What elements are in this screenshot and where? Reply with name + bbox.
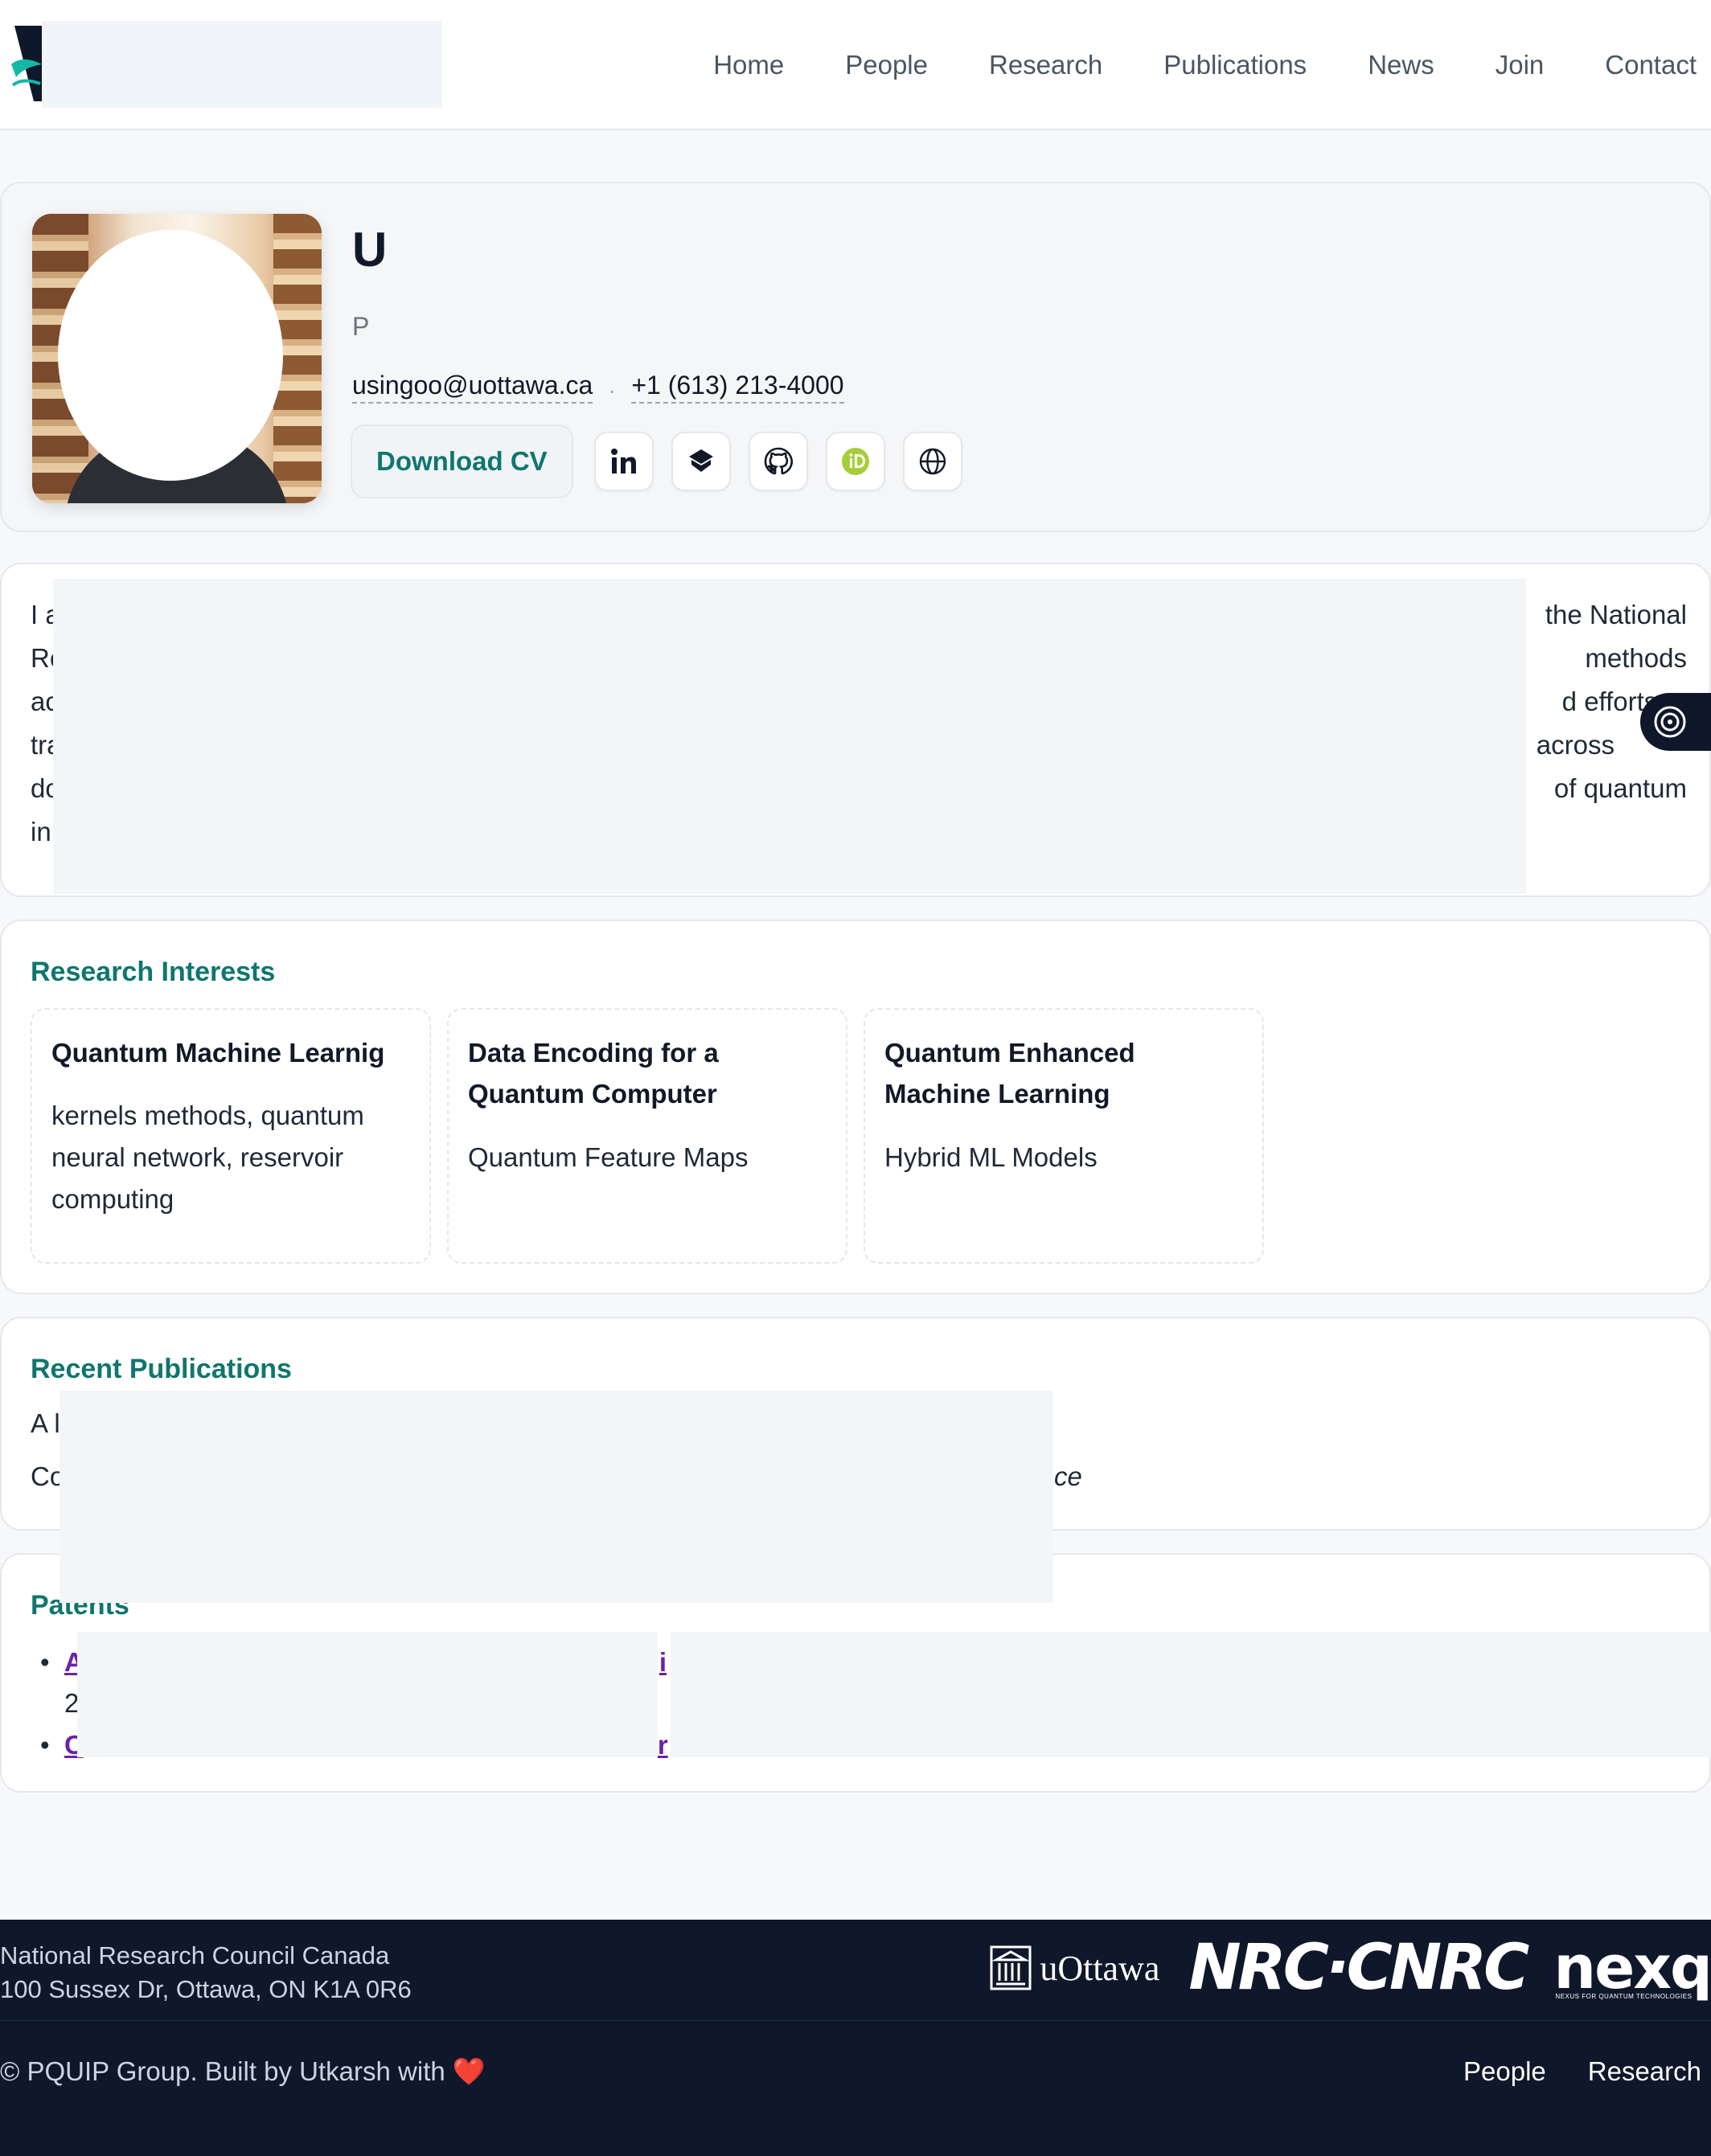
nav-home[interactable]: Home <box>681 50 813 80</box>
nav-publications[interactable]: Publications <box>1131 50 1336 80</box>
patent-link-end: i <box>659 1647 667 1677</box>
publication-title: A l <box>31 1408 60 1438</box>
nav-join[interactable]: Join <box>1463 50 1574 80</box>
target-icon <box>1654 706 1686 738</box>
website-icon[interactable] <box>902 432 962 491</box>
uottawa-building-icon <box>990 1945 1032 1990</box>
patent-link-end: r <box>657 1730 668 1760</box>
footer-link-people[interactable]: People <box>1463 2056 1546 2087</box>
nav-people[interactable]: People <box>813 50 957 80</box>
phone-link[interactable]: +1 (613) 213-4000 <box>631 371 844 404</box>
footer-address: National Research Council Canada 100 Sus… <box>0 1939 412 2006</box>
interest-description: Quantum Feature Maps <box>468 1142 749 1172</box>
profile-name: U <box>352 223 388 277</box>
email-link[interactable]: usingoo@uottawa.ca <box>352 371 593 404</box>
github-icon[interactable] <box>748 432 808 491</box>
copyright-text: © PQUIP Group. Built by Utkarsh with <box>0 2056 445 2086</box>
footer-nav: People Research <box>1422 2056 1701 2087</box>
about-line-start: in <box>31 817 51 846</box>
interest-title: Quantum Enhanced Machine Learning <box>884 1038 1135 1109</box>
about-redaction <box>53 579 1526 894</box>
uottawa-logo[interactable]: uOttawa <box>990 1945 1159 1990</box>
profile-photo <box>32 214 322 503</box>
nav-contact[interactable]: Contact <box>1573 50 1711 80</box>
about-line-end: of quantum <box>1553 773 1687 803</box>
interest-title: Quantum Machine Learnig <box>51 1038 385 1068</box>
scholar-icon[interactable] <box>671 432 731 491</box>
interest-card: Data Encoding for a Quantum Computer Qua… <box>447 1008 847 1264</box>
about-line-end: methods <box>1585 643 1687 673</box>
contact-separator: · <box>608 378 616 403</box>
site-title-redacted <box>42 21 442 108</box>
nexq-logo[interactable]: nexq NEXUS FOR QUANTUM TECHNOLOGIES <box>1553 1933 1711 2002</box>
nav-research[interactable]: Research <box>957 50 1131 80</box>
face-redaction <box>58 230 283 481</box>
footer-link-research[interactable]: Research <box>1588 2056 1701 2087</box>
contact-row: usingoo@uottawa.ca · +1 (613) 213-4000 <box>352 362 844 404</box>
heart-icon: ❤️ <box>452 2056 486 2086</box>
footer-street: 100 Sussex Dr, Ottawa, ON K1A 0R6 <box>0 1975 412 2003</box>
site-header: Home People Research Publications News J… <box>0 0 1711 130</box>
download-cv-button[interactable]: Download CV <box>351 424 573 498</box>
profile-actions: Download CV <box>351 424 980 498</box>
interest-description: kernels methods, quantum neural network,… <box>51 1101 364 1214</box>
site-logo-icon[interactable] <box>10 24 45 103</box>
footer-copyright: © PQUIP Group. Built by Utkarsh with ❤️ <box>0 2056 486 2088</box>
footer-org: National Research Council Canada <box>0 1941 390 1970</box>
partner-logos: uOttawa NRC·CNRC nexq NEXUS FOR QUANTUM … <box>990 1932 1711 2004</box>
interest-description: Hybrid ML Models <box>884 1142 1098 1172</box>
floating-assistant-button[interactable] <box>1640 693 1711 751</box>
profile-card: U P usingoo@uottawa.ca · +1 (613) 213-40… <box>0 182 1711 532</box>
nrc-cnrc-logo[interactable]: NRC·CNRC <box>1188 1932 1529 2004</box>
linkedin-icon[interactable] <box>593 432 654 491</box>
about-line-end: the National <box>1545 600 1687 629</box>
section-title-research-interests: Research Interests <box>31 957 276 987</box>
nav-news[interactable]: News <box>1336 50 1463 80</box>
interest-card: Quantum Machine Learnig kernels methods,… <box>31 1008 431 1264</box>
about-line-end: across <box>1536 730 1615 760</box>
site-footer: National Research Council Canada 100 Sus… <box>0 1920 1711 2156</box>
uottawa-wordmark: uOttawa <box>1040 1948 1160 1988</box>
section-title-publications: Recent Publications <box>31 1354 292 1384</box>
patent-redaction <box>77 1632 658 1757</box>
nexq-tagline: NEXUS FOR QUANTUM TECHNOLOGIES <box>1555 1993 1693 2000</box>
main-nav: Home People Research Publications News J… <box>681 0 1711 130</box>
patent-redaction <box>671 1632 1711 1757</box>
about-card: I a the National Re methods ac d efforts to… <box>0 563 1711 897</box>
profile-role: P <box>352 312 370 341</box>
footer-top: National Research Council Canada 100 Sus… <box>0 1920 1711 2021</box>
orcid-icon[interactable] <box>825 432 885 491</box>
publications-redaction <box>59 1391 1053 1603</box>
interest-title: Data Encoding for a Quantum Computer <box>468 1038 719 1109</box>
interest-card: Quantum Enhanced Machine Learning Hybrid… <box>864 1008 1264 1264</box>
research-interests-card: Research Interests Quantum Machine Learn… <box>0 920 1711 1294</box>
